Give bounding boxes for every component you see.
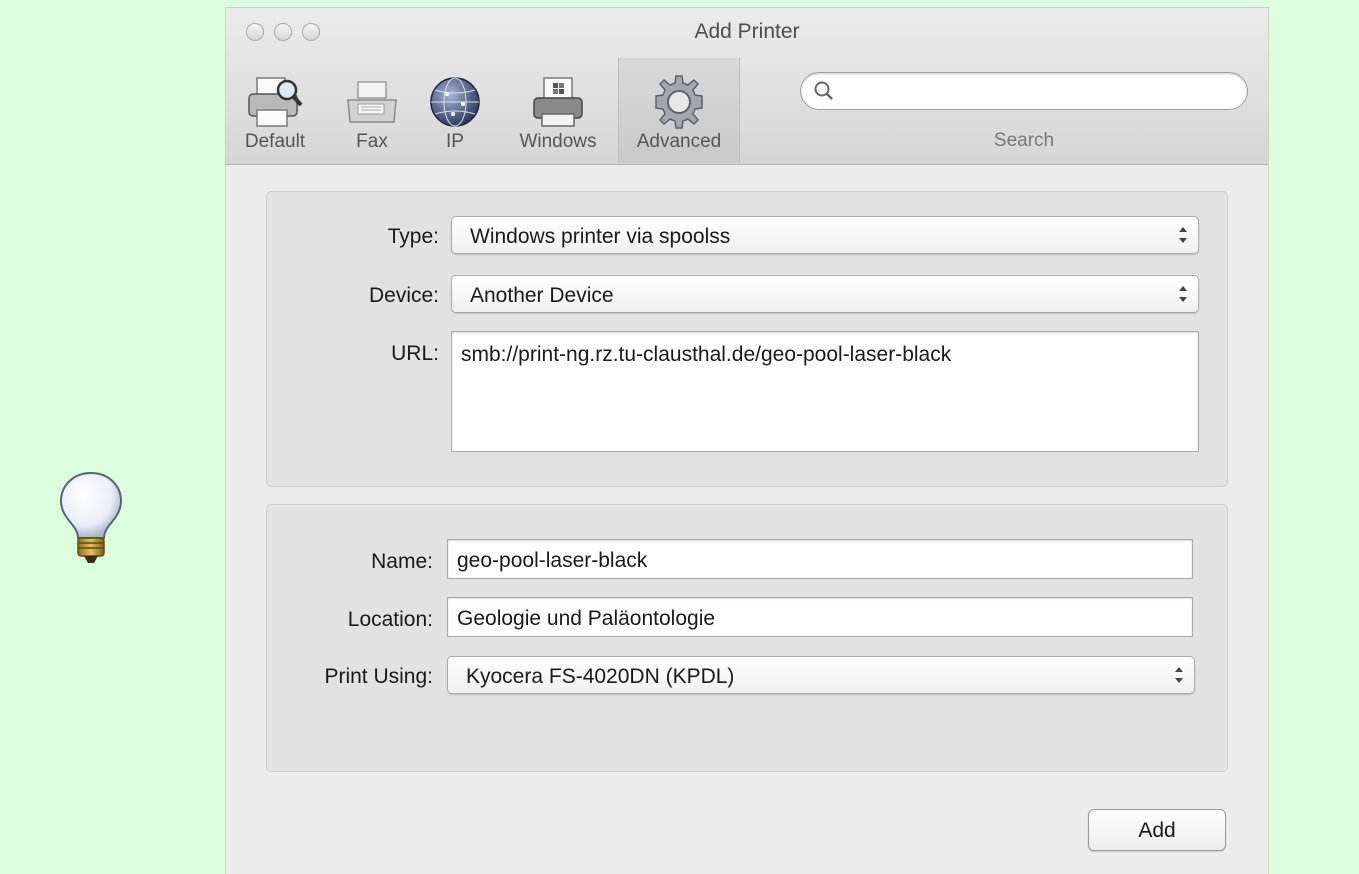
fax-icon: [344, 74, 400, 135]
toolbar-button-default[interactable]: Default: [240, 66, 310, 162]
toolbar-button-label: Default: [244, 131, 306, 152]
toolbar-button-label: Windows: [519, 131, 597, 152]
window-title: Add Printer: [694, 20, 800, 43]
lightbulb-icon: [58, 470, 124, 566]
add-button[interactable]: Add: [1088, 809, 1226, 851]
device-value: Another Device: [470, 284, 614, 307]
toolbar: Add Printer Default Fax IP Windows Advan…: [226, 8, 1268, 165]
printer-details-group: Name: geo-pool-laser-black Location: Geo…: [266, 504, 1228, 772]
updown-arrows-icon: [1172, 662, 1186, 688]
search-field[interactable]: [800, 72, 1248, 110]
print-using-label: Print Using:: [324, 665, 433, 688]
updown-arrows-icon: [1176, 222, 1190, 248]
toolbar-button-windows[interactable]: Windows: [508, 66, 608, 162]
location-field[interactable]: Geologie und Paläontologie: [447, 597, 1193, 637]
connection-group: Type: Windows printer via spoolss Device…: [266, 191, 1228, 487]
type-value: Windows printer via spoolss: [470, 225, 731, 248]
location-label: Location:: [347, 608, 433, 631]
name-field[interactable]: geo-pool-laser-black: [447, 539, 1193, 579]
name-value: geo-pool-laser-black: [457, 549, 648, 572]
updown-arrows-icon: [1176, 281, 1190, 307]
url-field[interactable]: smb://print-ng.rz.tu-clausthal.de/geo-po…: [451, 331, 1199, 452]
gear-icon: [651, 74, 707, 135]
toolbar-button-ip[interactable]: IP: [426, 66, 484, 162]
globe-icon: [427, 74, 483, 135]
printer-magnifier-icon: [245, 74, 305, 135]
toolbar-button-fax[interactable]: Fax: [342, 66, 402, 162]
windows-printer-icon: [530, 74, 586, 135]
type-label: Type:: [387, 225, 439, 248]
search-label: Search: [993, 130, 1055, 151]
url-value: smb://print-ng.rz.tu-clausthal.de/geo-po…: [461, 343, 952, 366]
magnifier-icon: [813, 80, 835, 107]
location-value: Geologie und Paläontologie: [457, 607, 716, 630]
name-label: Name:: [371, 550, 433, 573]
search-input[interactable]: [841, 77, 1235, 107]
toolbar-button-label: Fax: [356, 131, 388, 152]
toolbar-button-advanced[interactable]: Advanced: [618, 58, 740, 163]
add-printer-window: Add Printer Default Fax IP Windows Advan…: [226, 8, 1268, 874]
type-popup[interactable]: Windows printer via spoolss: [451, 216, 1199, 254]
print-using-value: Kyocera FS-4020DN (KPDL): [466, 665, 735, 688]
print-using-popup[interactable]: Kyocera FS-4020DN (KPDL): [447, 656, 1195, 694]
toolbar-button-label: IP: [446, 131, 464, 152]
device-popup[interactable]: Another Device: [451, 275, 1199, 313]
url-label: URL:: [391, 342, 439, 365]
toolbar-button-label: Advanced: [636, 131, 722, 152]
device-label: Device:: [368, 284, 439, 307]
